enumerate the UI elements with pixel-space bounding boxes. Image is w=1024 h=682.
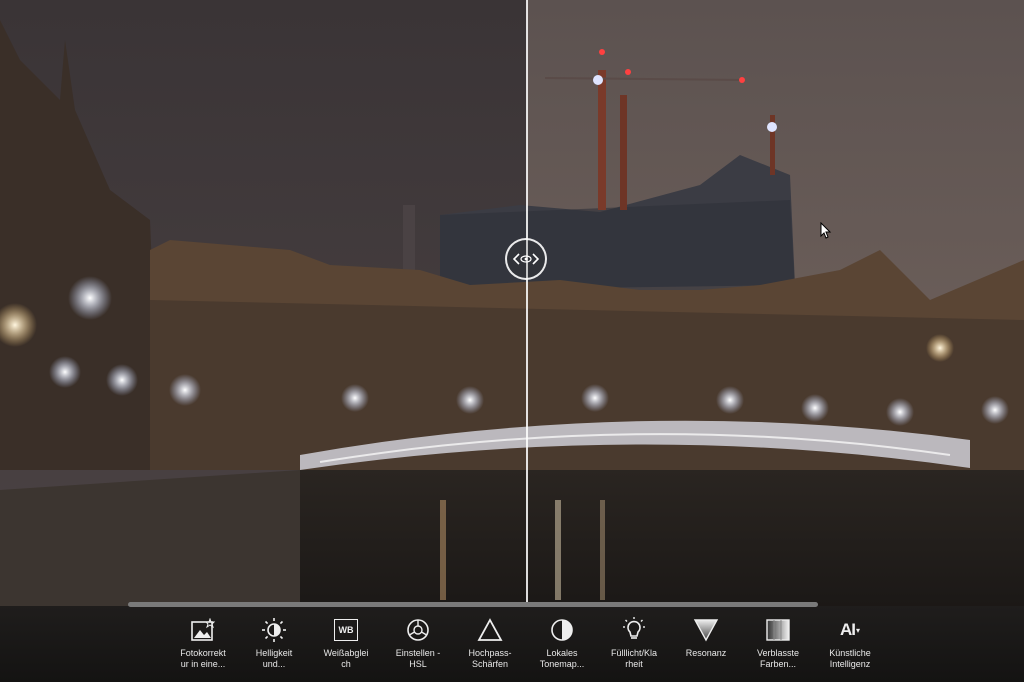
triangle-icon: [476, 616, 504, 644]
toolbar-scrollbar[interactable]: [128, 602, 818, 607]
tool-label: Helligkeit und...: [255, 648, 293, 669]
tool-label: Verblasste Farben...: [756, 648, 800, 669]
ai-icon-text: AI: [839, 620, 856, 639]
tool-einstellen-hsl[interactable]: Einstellen - HSL: [382, 612, 454, 678]
half-circle-icon: [548, 616, 576, 644]
bulb-icon: [620, 616, 648, 644]
tool-label: Hochpass- Schärfen: [468, 648, 512, 669]
tool-weissabgleich[interactable]: WB Weißabglei ch: [310, 612, 382, 678]
tool-label: Weißabglei ch: [323, 648, 369, 669]
tool-lokales-tonemapping[interactable]: Lokales Tonemap...: [526, 612, 598, 678]
ai-icon: AI ▾: [836, 616, 864, 644]
compare-split-line[interactable]: [526, 0, 528, 606]
ai-dropdown-icon: ▾: [855, 625, 860, 635]
hsl-wheel-icon: [404, 616, 432, 644]
tool-label: Resonanz: [685, 648, 727, 658]
tool-hochpass-schaerfen[interactable]: Hochpass- Schärfen: [454, 612, 526, 678]
tool-helligkeit[interactable]: Helligkeit und...: [238, 612, 310, 678]
compare-split-handle[interactable]: [505, 238, 547, 280]
tool-label: Fülllicht/Kla rheit: [610, 648, 657, 669]
tool-label: Fotokorrekt ur in eine...: [180, 648, 226, 669]
wb-icon: WB: [332, 616, 360, 644]
inverted-triangle-icon: [692, 616, 720, 644]
brightness-icon: [260, 616, 288, 644]
hamburg-night-photo: [0, 0, 1024, 682]
photo-editor: Fotokorrekt ur in eine... Helligkeit und…: [0, 0, 1024, 682]
photo-magic-icon: [189, 616, 217, 644]
mouse-pointer-icon: [820, 222, 832, 239]
tool-kuenstliche-intelligenz[interactable]: AI ▾ Künstliche Intelligenz: [814, 612, 886, 678]
faded-colors-icon: [764, 616, 792, 644]
tool-fuelllicht-klarheit[interactable]: Fülllicht/Kla rheit: [598, 612, 670, 678]
tool-resonanz[interactable]: Resonanz: [670, 612, 742, 678]
tool-label: Künstliche Intelligenz: [829, 648, 871, 669]
wb-icon-text: WB: [334, 619, 358, 641]
tool-label: Einstellen - HSL: [395, 648, 441, 669]
tool-verblasste-farben[interactable]: Verblasste Farben...: [742, 612, 814, 678]
tool-fotokorrektur[interactable]: Fotokorrekt ur in eine...: [167, 612, 239, 678]
tool-label: Lokales Tonemap...: [539, 648, 585, 669]
eye-arrows-icon: [513, 253, 539, 265]
